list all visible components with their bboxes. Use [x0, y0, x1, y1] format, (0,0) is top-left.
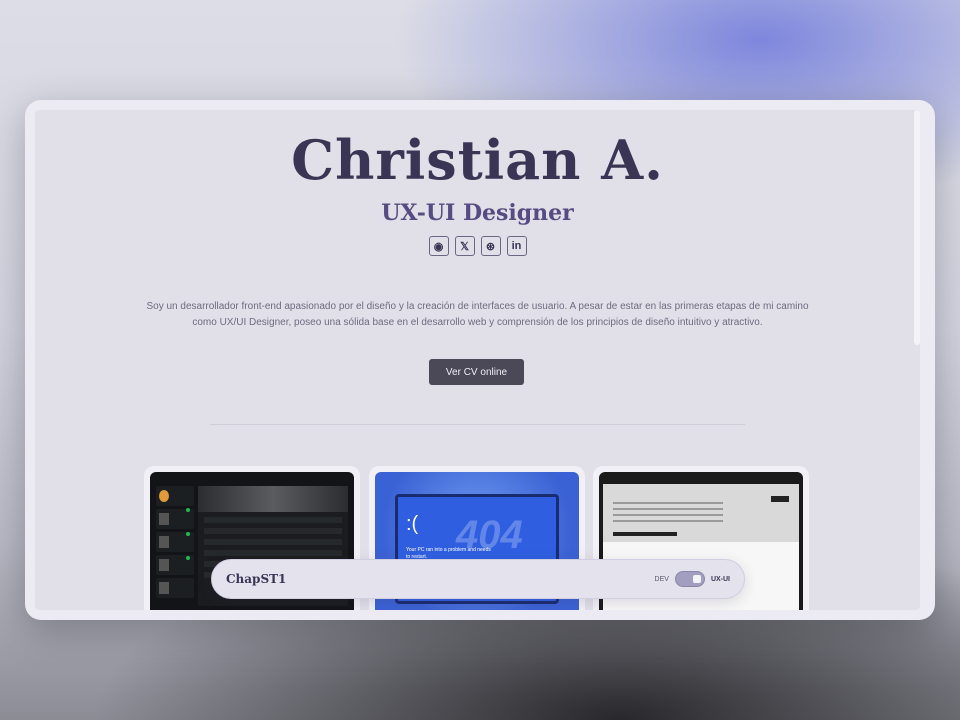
browser-frame: Christian A. UX-UI Designer ◉ 𝕏 ⊛ in Soy… — [25, 100, 935, 620]
x-icon[interactable]: 𝕏 — [454, 236, 475, 256]
role-subtitle: UX-UI Designer — [381, 200, 574, 226]
bio-text: Soy un desarrollador front-end apasionad… — [146, 301, 809, 328]
switch-knob — [692, 575, 701, 583]
mode-toggle: DEV UX-UI — [655, 571, 730, 587]
github-icon[interactable]: ◉ — [428, 236, 449, 256]
view-cv-button[interactable]: Ver CV online — [429, 359, 524, 385]
toggle-label-uxui: UX-UI — [710, 575, 730, 583]
portfolio-page: Christian A. UX-UI Designer ◉ 𝕏 ⊛ in Soy… — [35, 110, 920, 610]
brand-logo[interactable]: ChapST1 — [226, 572, 286, 586]
page-title: Christian A. — [291, 128, 664, 192]
dribbble-icon[interactable]: ⊛ — [480, 236, 501, 256]
toggle-label-dev: DEV — [654, 575, 669, 583]
linkedin-icon[interactable]: in — [506, 236, 527, 256]
social-links: ◉ 𝕏 ⊛ in — [35, 236, 920, 256]
bottom-navbar: ChapST1 DEV UX-UI — [211, 559, 745, 599]
sad-face-text: :( — [406, 513, 419, 535]
divider — [210, 424, 745, 425]
mode-switch[interactable] — [674, 571, 705, 587]
